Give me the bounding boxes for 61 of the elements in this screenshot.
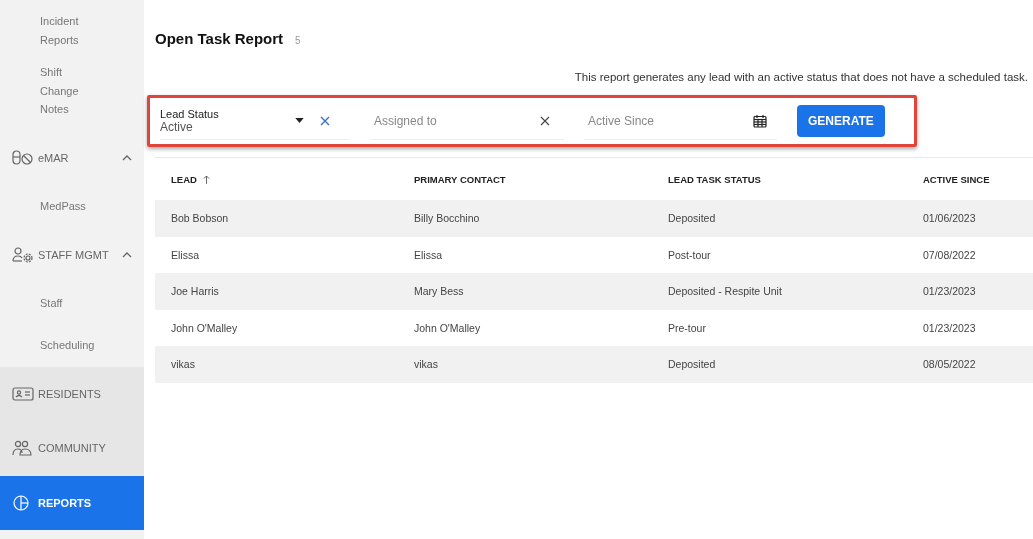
chevron-up-icon[interactable] — [122, 154, 132, 161]
lead-status-select[interactable]: Lead Status Active — [160, 102, 350, 140]
sidebar-item[interactable]: MedPass — [0, 184, 144, 228]
table-cell-text: vikas — [171, 358, 196, 371]
table-cell-text: Post-tour — [668, 248, 712, 261]
column-header[interactable]: ACTIVE SINCE — [923, 173, 1033, 185]
column-header-label: ACTIVE SINCE — [923, 173, 990, 185]
column-header-label: PRIMARY CONTACT — [414, 173, 506, 185]
people-icon — [12, 440, 34, 457]
assigned-to-field[interactable]: Assigned to — [370, 113, 532, 128]
sidebar-item[interactable]: Incident Reports — [0, 10, 108, 61]
sort-arrow-icon[interactable] — [202, 174, 210, 184]
column-header[interactable]: PRIMARY CONTACT — [414, 173, 668, 185]
clear-icon[interactable] — [320, 115, 330, 126]
sidebar-section[interactable]: REPORTS — [0, 475, 144, 531]
section-label: COMMUNITY — [38, 442, 107, 455]
report-count: 5 — [295, 35, 301, 46]
table-cell-text: Deposited — [668, 212, 717, 225]
report-title: Open Task Report — [155, 30, 284, 47]
table-cell-text: Deposited - Respite Unit — [668, 285, 783, 298]
table-cell-text: 01/06/2023 — [923, 212, 977, 225]
section-label: STAFF MGMT — [38, 248, 110, 261]
generate-button[interactable]: GENERATE — [797, 105, 885, 137]
table-cell-text: Joe Harris — [171, 285, 220, 298]
clear-icon[interactable] — [540, 115, 550, 126]
table-cell-text: 01/23/2023 — [923, 285, 977, 298]
sidebar-item[interactable]: Scheduling — [0, 324, 144, 367]
sidebar-item[interactable]: Shift Change Notes — [0, 61, 108, 131]
section-label: RESIDENTS — [38, 388, 102, 400]
column-header[interactable]: LEAD TASK STATUS — [668, 173, 923, 185]
column-header-label: LEAD TASK STATUS — [668, 173, 761, 185]
table-cell-text: 08/05/2022 — [923, 358, 977, 371]
table-cell-text: Elissa — [171, 248, 200, 261]
active-since-field[interactable]: Active Since — [584, 113, 745, 128]
sidebar-item[interactable]: Staff — [0, 281, 144, 325]
section-label: eMAR — [38, 151, 70, 164]
section-label: REPORTS — [38, 496, 93, 509]
chevron-up-icon[interactable] — [122, 251, 132, 258]
caret-icon — [295, 118, 304, 123]
calendar-icon[interactable] — [753, 113, 767, 128]
report-description: This report generates any lead with an active status that does not have a scheduled task. — [573, 71, 1028, 83]
pills-icon — [12, 149, 34, 166]
table-cell-text: Deposited — [668, 358, 717, 371]
id-card-icon — [12, 386, 34, 402]
table-cell-text: John O'Malley — [414, 321, 482, 334]
sidebar-section[interactable]: eMAR — [0, 130, 144, 185]
table-cell-text: Billy Bocchino — [414, 212, 481, 225]
table-cell-text: Pre-tour — [668, 321, 707, 334]
sidebar-section[interactable]: RESIDENTS — [0, 366, 144, 422]
table-cell-text: 07/08/2022 — [923, 248, 977, 261]
column-header[interactable]: LEAD — [171, 173, 414, 185]
table-cell-text: Mary Bess — [414, 285, 465, 298]
table-cell-text: vikas — [414, 358, 439, 371]
table-cell-text: John O'Malley — [171, 321, 239, 334]
table-cell-text: Elissa — [414, 248, 443, 261]
table-cell-text: Bob Bobson — [171, 212, 230, 225]
sidebar-section[interactable]: COMMUNITY — [0, 421, 144, 476]
people-gear-icon — [12, 246, 34, 263]
table-cell-text: 01/23/2023 — [923, 321, 977, 334]
column-header-label: LEAD — [171, 173, 197, 185]
sidebar-section[interactable]: STAFF MGMT — [0, 227, 144, 282]
